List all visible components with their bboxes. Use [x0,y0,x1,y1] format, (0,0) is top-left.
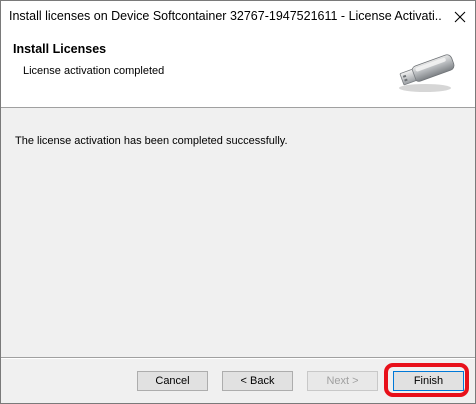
next-button[interactable]: Next > [307,371,378,391]
close-button[interactable] [445,1,475,32]
license-activation-dialog: Install licenses on Device Softcontainer… [0,0,476,404]
finish-button[interactable]: Finish [393,371,464,391]
button-separator [1,357,475,359]
back-button[interactable]: < Back [222,371,293,391]
usb-dongle-icon [399,54,455,92]
completion-message: The license activation has been complete… [15,135,288,147]
header-title: Install Licenses [13,42,107,56]
cancel-button[interactable]: Cancel [137,371,208,391]
header-subtitle: License activation completed [23,65,165,77]
close-icon [454,11,466,22]
wizard-header: Install Licenses License activation comp… [1,32,475,108]
window-title: Install licenses on Device Softcontainer… [9,9,441,23]
title-bar: Install licenses on Device Softcontainer… [1,1,475,32]
